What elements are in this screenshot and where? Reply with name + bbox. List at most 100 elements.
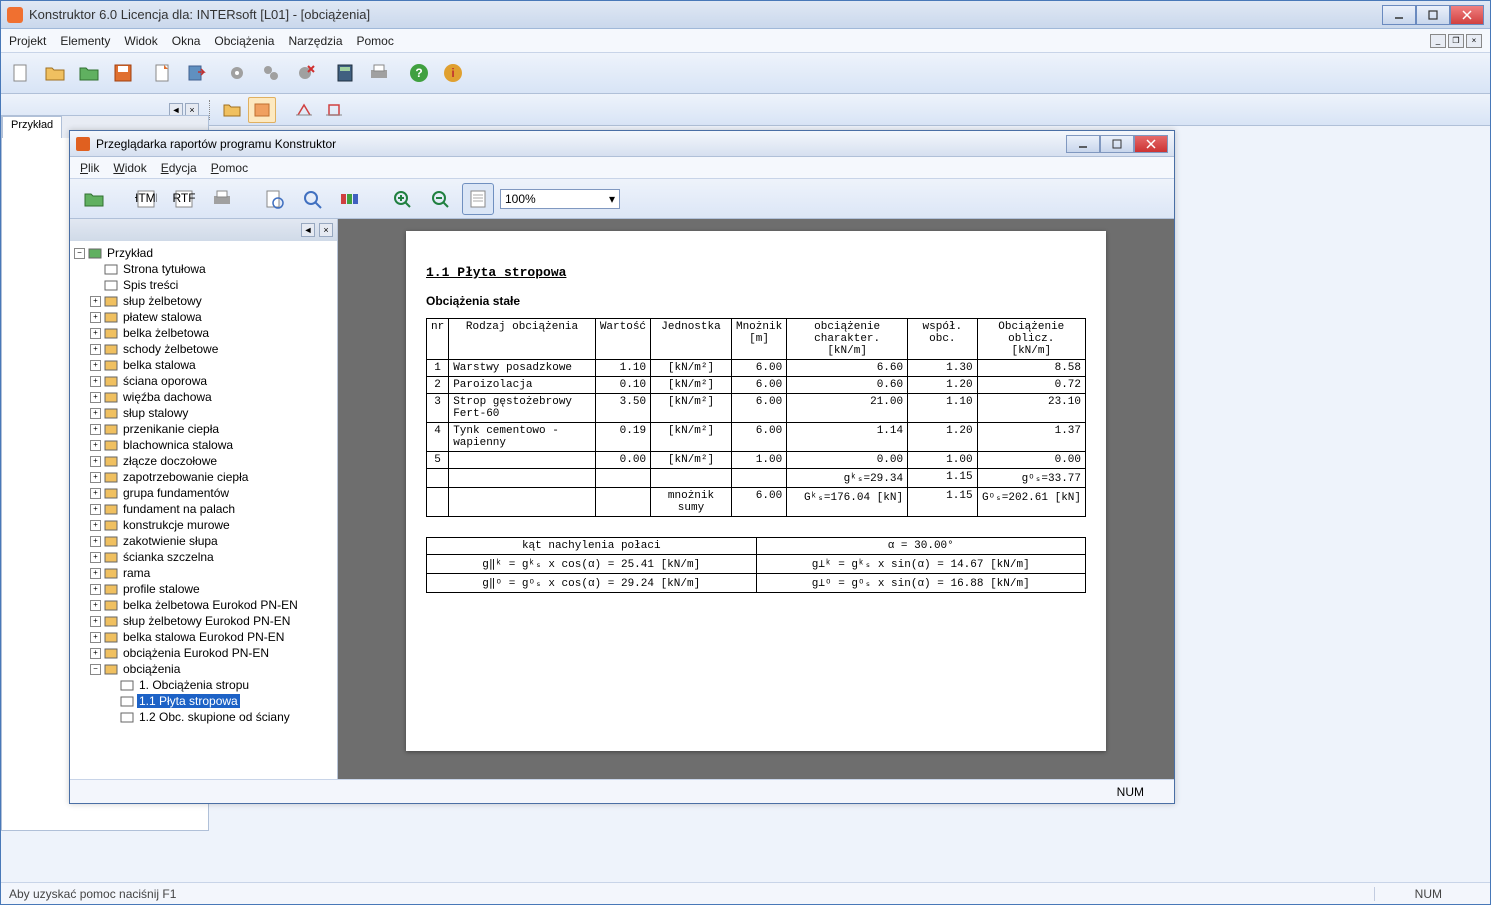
gear-icon[interactable] [221,57,253,89]
mdi-close-icon[interactable]: × [1466,34,1482,48]
report-maximize-button[interactable] [1100,135,1134,153]
report-canvas[interactable]: 1.1 Płyta stropowa Obciążenia stałe nrRo… [338,219,1174,779]
tree-item[interactable]: +przenikanie ciepła [74,421,333,437]
tree-item[interactable]: +belka żelbetowa Eurokod PN-EN [74,597,333,613]
tree-subitem[interactable]: 1. Obciążenia stropu [74,677,333,693]
maximize-button[interactable] [1416,5,1450,25]
status-help-text: Aby uzyskać pomoc naciśnij F1 [9,887,176,901]
export-rtf-icon[interactable]: RTF [168,183,200,215]
page-setup-icon[interactable] [258,183,290,215]
open-folder-icon[interactable] [39,57,71,89]
tree-item[interactable]: +słup żelbetowy Eurokod PN-EN [74,613,333,629]
zoom-combo[interactable]: 100% ▾ [500,189,620,209]
calculator-icon[interactable] [329,57,361,89]
symbol1-icon[interactable] [290,97,318,123]
report-menu-edycja[interactable]: Edycja [161,161,197,175]
report-title-bar: Przeglądarka raportów programu Konstrukt… [70,131,1174,157]
menu-okna[interactable]: Okna [172,34,201,48]
angle-cell: g⊥ᵏ = gᵏₛ x sin(α) = 14.67 [kN/m] [756,555,1086,574]
report-menu-widok[interactable]: Widok [113,161,146,175]
gear-delete-icon[interactable] [289,57,321,89]
tree-item[interactable]: +więźba dachowa [74,389,333,405]
page-view-icon[interactable] [462,183,494,215]
mdi-restore-icon[interactable]: ❐ [1448,34,1464,48]
view-folder-icon[interactable] [218,97,246,123]
view-box-icon[interactable] [248,97,276,123]
help-icon[interactable]: ? [403,57,435,89]
table-header: Jednostka [651,319,732,360]
close-button[interactable] [1450,5,1484,25]
tree-item[interactable]: +konstrukcje murowe [74,517,333,533]
print-icon[interactable] [206,183,238,215]
table-header: obciążenie charakter. [kN/m] [787,319,908,360]
report-close-button[interactable] [1134,135,1168,153]
dropdown-icon: ▾ [609,192,615,206]
info-icon[interactable]: i [437,57,469,89]
status-num-lock: NUM [1374,887,1482,901]
menu-pomoc[interactable]: Pomoc [357,34,394,48]
menu-obciazenia[interactable]: Obciążenia [214,34,274,48]
zoom-in-icon[interactable] [386,183,418,215]
document-icon[interactable] [147,57,179,89]
tree-item[interactable]: +obciążenia Eurokod PN-EN [74,645,333,661]
gears-icon[interactable] [255,57,287,89]
report-menu-plik[interactable]: Plik [80,161,99,175]
tree-item[interactable]: +płatew stalowa [74,309,333,325]
zoom-value: 100% [505,192,536,206]
tree-item[interactable]: +zakotwienie słupa [74,533,333,549]
tree-item[interactable]: +słup żelbetowy [74,293,333,309]
tree-item[interactable]: +belka stalowa Eurokod PN-EN [74,629,333,645]
open-folder2-icon[interactable] [73,57,105,89]
symbol2-icon[interactable] [320,97,348,123]
tree-item[interactable]: Strona tytułowa [74,261,333,277]
export-html-icon[interactable]: HTML [130,183,162,215]
table-header: Rodzaj obciążenia [449,319,596,360]
minimize-button[interactable] [1382,5,1416,25]
tree-left-icon[interactable]: ◄ [301,223,315,237]
menu-projekt[interactable]: Projekt [9,34,46,48]
report-toolbar: HTML RTF 100% ▾ [70,179,1174,219]
colors-icon[interactable] [334,183,366,215]
tree-item[interactable]: +złącze doczołowe [74,453,333,469]
tree-subitem[interactable]: 1.1 Płyta stropowa [74,693,333,709]
report-menu-pomoc[interactable]: Pomoc [211,161,248,175]
report-body: ◄ × −PrzykładStrona tytułowaSpis treści+… [70,219,1174,779]
menu-widok[interactable]: Widok [124,34,157,48]
export-icon[interactable] [181,57,213,89]
tree-item[interactable]: +rama [74,565,333,581]
tree-item[interactable]: −obciążenia [74,661,333,677]
tree-root[interactable]: −Przykład [74,245,333,261]
main-toolbar: ? i [1,53,1490,94]
save-icon[interactable] [107,57,139,89]
menu-narzedzia[interactable]: Narzędzia [288,34,342,48]
report-minimize-button[interactable] [1066,135,1100,153]
printer-icon[interactable] [363,57,395,89]
tree-item[interactable]: Spis treści [74,277,333,293]
tree-item[interactable]: +schody żelbetowe [74,341,333,357]
tree-item[interactable]: +blachownica stalowa [74,437,333,453]
table-header: Wartość [595,319,650,360]
tree-item[interactable]: +ściana oporowa [74,373,333,389]
tree-item[interactable]: +słup stalowy [74,405,333,421]
tree-item[interactable]: +grupa fundamentów [74,485,333,501]
menu-elementy[interactable]: Elementy [60,34,110,48]
report-tree-panel: ◄ × −PrzykładStrona tytułowaSpis treści+… [70,219,338,779]
app-icon [7,7,23,23]
tree-item[interactable]: +belka żelbetowa [74,325,333,341]
tree-item[interactable]: +belka stalowa [74,357,333,373]
report-open-icon[interactable] [78,183,110,215]
project-tab[interactable]: Przykład [2,116,62,138]
zoom-fit-icon[interactable] [296,183,328,215]
mdi-minimize-icon[interactable]: _ [1430,34,1446,48]
tree-item[interactable]: +fundament na palach [74,501,333,517]
tree-close-icon[interactable]: × [319,223,333,237]
new-file-icon[interactable] [5,57,37,89]
tree-item[interactable]: +profile stalowe [74,581,333,597]
table-mult-row: mnożnik sumy6.00Gᵏₛ=176.04 [kN]1.15Gᵒₛ=2… [427,488,1086,517]
tree-subitem[interactable]: 1.2 Obc. skupione od ściany [74,709,333,725]
report-tree[interactable]: −PrzykładStrona tytułowaSpis treści+słup… [70,241,337,779]
zoom-out-icon[interactable] [424,183,456,215]
tree-item[interactable]: +zapotrzebowanie ciepła [74,469,333,485]
tree-item[interactable]: +ścianka szczelna [74,549,333,565]
window-title: Konstruktor 6.0 Licencja dla: INTERsoft … [29,7,1382,22]
